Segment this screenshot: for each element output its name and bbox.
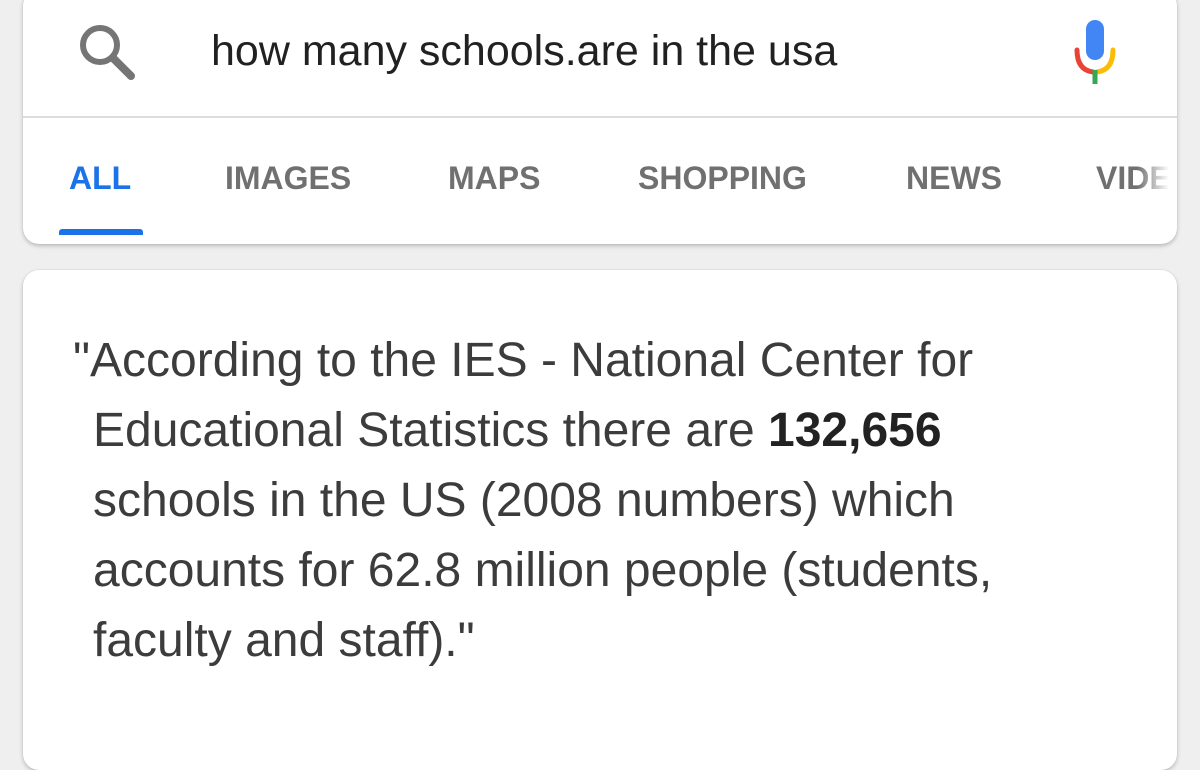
search-icon[interactable] — [75, 20, 139, 84]
snippet-line-2: Educational Statistics there are 132,656 — [73, 396, 1133, 466]
search-tabs: ALL IMAGES MAPS SHOPPING NEWS VIDE — [23, 118, 1177, 244]
active-tab-indicator — [59, 229, 143, 235]
search-input[interactable]: how many schools.are in the usa — [211, 26, 837, 76]
tab-news[interactable]: NEWS — [906, 160, 1002, 196]
featured-snippet-text: "According to the IES - National Center … — [73, 326, 1133, 676]
search-bar[interactable]: how many schools.are in the usa — [23, 0, 1177, 116]
school-count-highlight: 132,656 — [768, 404, 942, 457]
snippet-line-5: faculty and staff)." — [93, 614, 475, 667]
tab-maps[interactable]: MAPS — [448, 160, 540, 196]
search-header: how many schools.are in the usa ALL IMAG… — [23, 0, 1177, 244]
tab-images[interactable]: IMAGES — [225, 160, 351, 196]
tab-shopping[interactable]: SHOPPING — [638, 160, 807, 196]
featured-snippet-card: "According to the IES - National Center … — [23, 270, 1177, 770]
microphone-icon[interactable] — [1071, 18, 1119, 88]
snippet-line-2-text: Educational Statistics there are — [93, 404, 769, 457]
snippet-line-3: schools in the US (2008 numbers) which — [93, 474, 955, 527]
tab-all[interactable]: ALL — [69, 160, 131, 196]
snippet-line-1: "According to the IES - National Center … — [73, 334, 974, 387]
tabs-fade-overlay — [1137, 148, 1177, 208]
snippet-line-4: accounts for 62.8 million people (studen… — [93, 544, 993, 597]
